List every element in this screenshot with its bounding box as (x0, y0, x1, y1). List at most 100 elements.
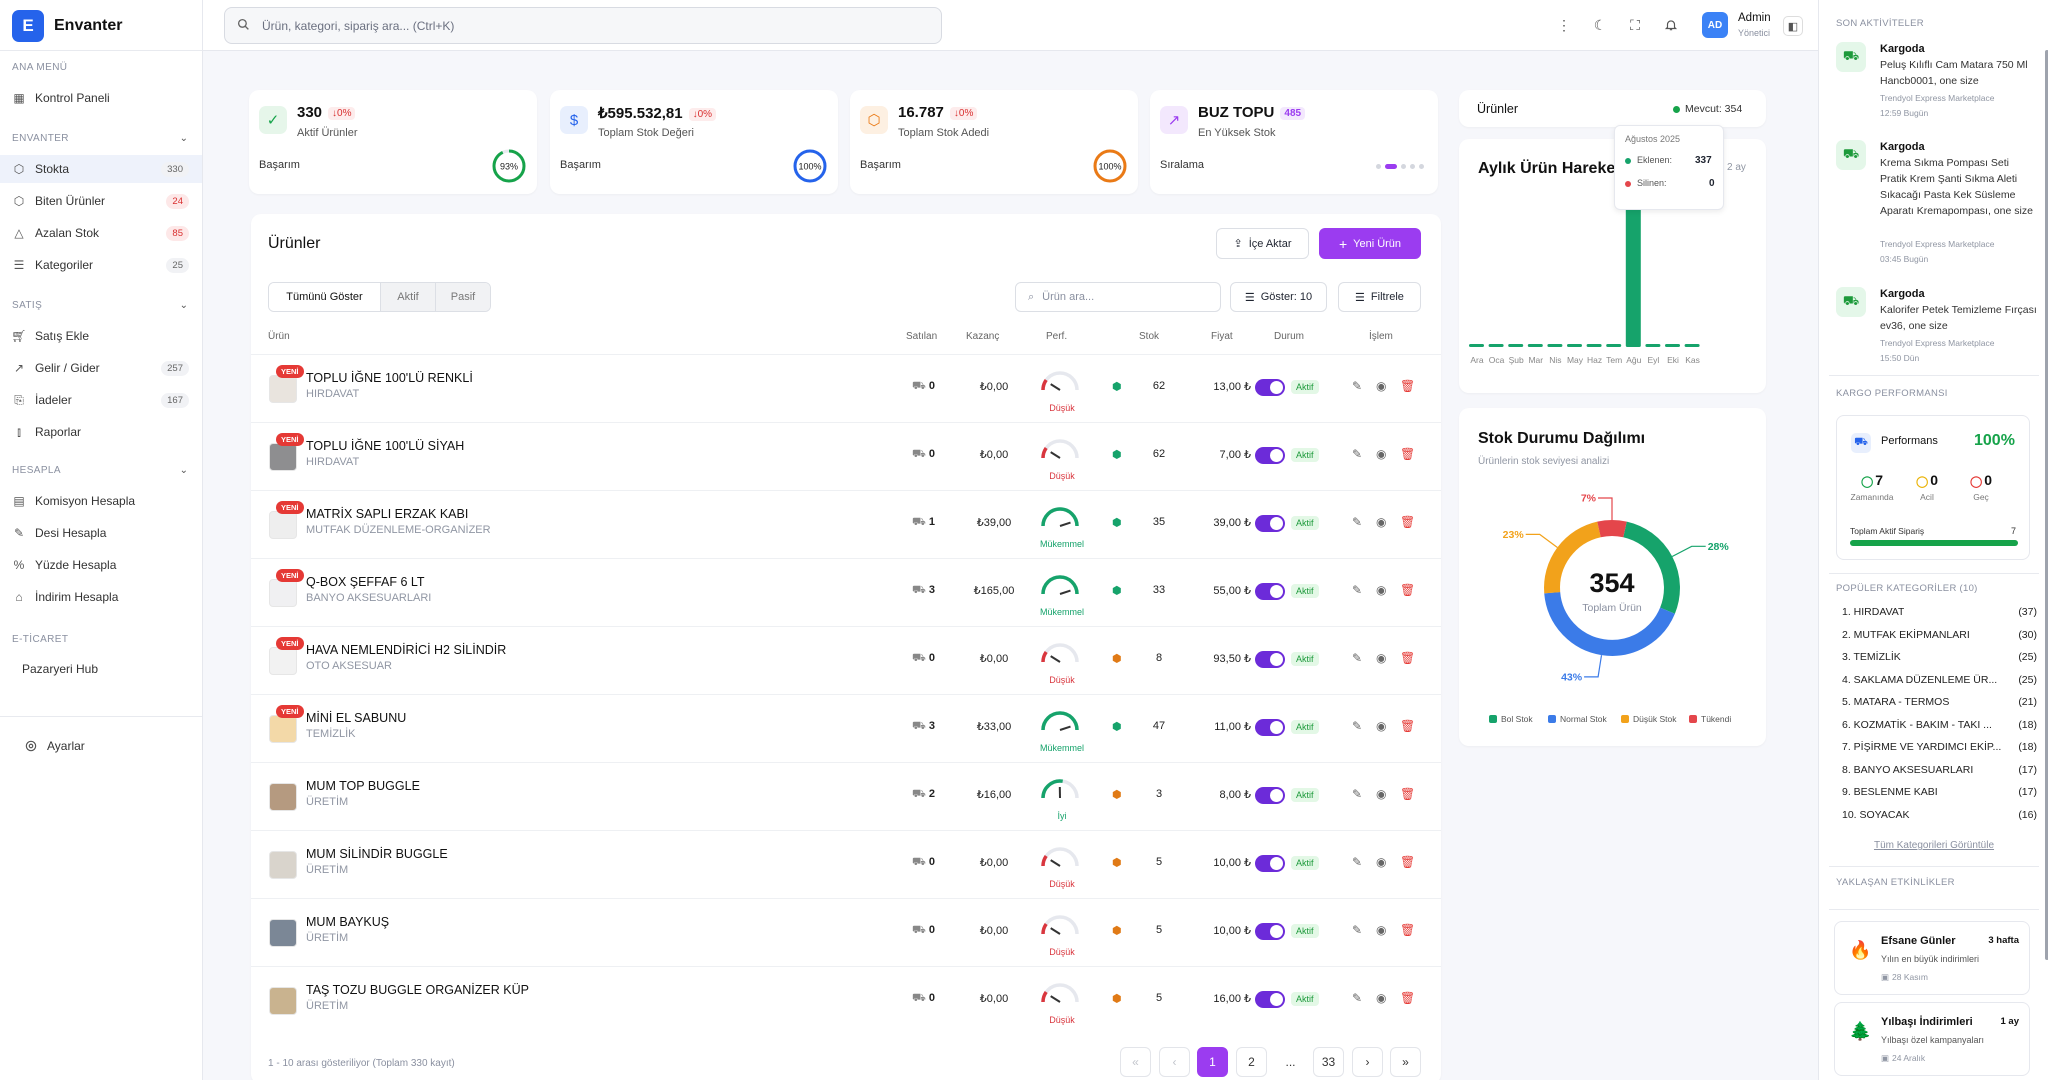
tab-active[interactable]: Aktif (380, 283, 435, 311)
eye-icon[interactable]: ◉ (1376, 855, 1386, 869)
product-name[interactable]: Q-BOX ŞEFFAF 6 LT (306, 575, 425, 589)
bar[interactable] (1625, 197, 1641, 347)
sidebar-item[interactable]: ☰ Kategoriler 25 (0, 251, 202, 279)
trash-icon[interactable]: 🗑︎ (1400, 923, 1415, 937)
bar[interactable] (1684, 344, 1700, 347)
sidebar-item[interactable]: ↗ Gelir / Gider 257 (0, 354, 202, 382)
sidebar-item[interactable]: ⎘ İadeler 167 (0, 386, 202, 414)
settings-link[interactable]: Ayarlar (0, 732, 202, 760)
category-item[interactable]: 5. MATARA - TERMOS (21) (1842, 696, 2037, 708)
event-card[interactable]: 🌲 Yılbaşı İndirimleri 1 ay Yılbaşı özel kam… (1834, 1002, 2030, 1076)
table-row[interactable]: YENİ HAVA NEMLENDİRİCİ H2 SİLİNDİR OTO AKS… (251, 626, 1441, 694)
activity-desc[interactable]: Krema Sıkma Pompası Seti Pratik Krem Şan… (1880, 155, 2038, 219)
trash-icon[interactable]: 🗑︎ (1400, 379, 1415, 393)
bar[interactable] (1488, 344, 1504, 347)
eye-icon[interactable]: ◉ (1376, 379, 1386, 393)
sidebar-item[interactable]: ⬡ Biten Ürünler 24 (0, 187, 202, 215)
trash-icon[interactable]: 🗑︎ (1400, 447, 1415, 461)
sidebar-item[interactable]: △ Azalan Stok 85 (0, 219, 202, 247)
trash-icon[interactable]: 🗑︎ (1400, 651, 1415, 665)
eye-icon[interactable]: ◉ (1376, 447, 1386, 461)
status-toggle[interactable] (1255, 855, 1285, 872)
sidebar-item[interactable]: ▦ Kontrol Paneli (0, 84, 202, 112)
event-card[interactable]: 🔥 Efsane Günler 3 hafta Yılın en büyük indi… (1834, 921, 2030, 995)
carousel-dots[interactable] (1376, 164, 1424, 169)
table-row[interactable]: MUM BAYKUŞ ÜRETİM ⛟ 0 ₺0,00 Düşük ⬢ 5 10,00 ₺ Akt… (251, 898, 1441, 966)
new-product-button[interactable]: + Yeni Ürün (1319, 228, 1421, 259)
category-item[interactable]: 9. BESLENME KABI (17) (1842, 786, 2037, 798)
product-name[interactable]: TAŞ TOZU BUGGLE ORGANİZER KÜP (306, 983, 529, 997)
sidebar-item[interactable]: Pazaryeri Hub (0, 655, 202, 683)
panel-toggle-icon[interactable]: ◧ (1783, 16, 1803, 36)
eye-icon[interactable]: ◉ (1376, 651, 1386, 665)
sidebar-item[interactable]: ⫾ Raporlar (0, 418, 202, 446)
tab-all[interactable]: Tümünü Göster (269, 283, 380, 311)
donut-slice[interactable] (1544, 591, 1675, 656)
bell-icon[interactable] (1662, 16, 1680, 34)
carousel-dot[interactable] (1376, 164, 1381, 169)
edit-icon[interactable]: ✎ (1352, 447, 1362, 461)
category-item[interactable]: 6. KOZMATİK - BAKIM - TAKI ... (18) (1842, 719, 2037, 731)
category-item[interactable]: 7. PİŞİRME VE YARDIMCI EKİP... (18) (1842, 741, 2037, 753)
page-button[interactable]: 1 (1197, 1047, 1228, 1077)
bar[interactable] (1469, 344, 1484, 347)
status-toggle[interactable] (1255, 651, 1285, 668)
edit-icon[interactable]: ✎ (1352, 515, 1362, 529)
table-row[interactable]: MUM SİLİNDİR BUGGLE ÜRETİM ⛟ 0 ₺0,00 Düşük ⬢ 5 1… (251, 830, 1441, 898)
edit-icon[interactable]: ✎ (1352, 991, 1362, 1005)
product-name[interactable]: MUM BAYKUŞ (306, 915, 389, 929)
table-row[interactable]: YENİ TOPLU İĞNE 100'LÜ RENKLİ HIRDAVAT ⛟ 0 ₺0… (251, 354, 1441, 422)
all-categories-link[interactable]: Tüm Kategorileri Görüntüle (1836, 840, 2032, 851)
category-item[interactable]: 4. SAKLAMA DÜZENLEME ÜR... (25) (1842, 674, 2037, 686)
bar[interactable] (1586, 344, 1602, 347)
global-search[interactable]: Ürün, kategori, sipariş ara... (Ctrl+K) (224, 7, 942, 44)
chevron-down-icon[interactable]: ⌄ (180, 300, 188, 311)
product-name[interactable]: MİNİ EL SABUNU (306, 711, 406, 725)
product-name[interactable]: MATRİX SAPLI ERZAK KABI (306, 507, 468, 521)
chevron-down-icon[interactable]: ⌄ (180, 465, 188, 476)
trash-icon[interactable]: 🗑︎ (1400, 991, 1415, 1005)
edit-icon[interactable]: ✎ (1352, 719, 1362, 733)
edit-icon[interactable]: ✎ (1352, 379, 1362, 393)
edit-icon[interactable]: ✎ (1352, 787, 1362, 801)
status-toggle[interactable] (1255, 719, 1285, 736)
tab-passive[interactable]: Pasif (435, 283, 490, 311)
table-row[interactable]: YENİ MATRİX SAPLI ERZAK KABI MUTFAK DÜZENL… (251, 490, 1441, 558)
sidebar-item[interactable]: ✎ Desi Hesapla (0, 519, 202, 547)
status-toggle[interactable] (1255, 379, 1285, 396)
chevron-down-icon[interactable]: ⌄ (180, 133, 188, 144)
carousel-dot[interactable] (1419, 164, 1424, 169)
eye-icon[interactable]: ◉ (1376, 515, 1386, 529)
trash-icon[interactable]: 🗑︎ (1400, 583, 1415, 597)
moon-icon[interactable]: ☾ (1591, 16, 1609, 34)
status-toggle[interactable] (1255, 991, 1285, 1008)
avatar[interactable]: AD (1702, 12, 1728, 38)
bar[interactable] (1527, 344, 1543, 347)
product-name[interactable]: TOPLU İĞNE 100'LÜ RENKLİ (306, 371, 473, 385)
trash-icon[interactable]: 🗑︎ (1400, 855, 1415, 869)
edit-icon[interactable]: ✎ (1352, 583, 1362, 597)
carousel-dot[interactable] (1410, 164, 1415, 169)
sidebar-item[interactable]: ⬡ Stokta 330 (0, 155, 202, 183)
category-item[interactable]: 3. TEMİZLİK (25) (1842, 651, 2037, 663)
category-item[interactable]: 1. HIRDAVAT (37) (1842, 606, 2037, 618)
product-name[interactable]: MUM SİLİNDİR BUGGLE (306, 847, 448, 861)
status-toggle[interactable] (1255, 923, 1285, 940)
page-button[interactable]: ... (1275, 1047, 1306, 1077)
category-item[interactable]: 10. SOYACAK (16) (1842, 809, 2037, 821)
product-name[interactable]: MUM TOP BUGGLE (306, 779, 420, 793)
activity-desc[interactable]: Kalorifer Petek Temizleme Fırçası ev36, … (1880, 302, 2038, 334)
bar[interactable] (1645, 344, 1661, 347)
page-button[interactable]: » (1390, 1047, 1421, 1077)
status-toggle[interactable] (1255, 583, 1285, 600)
edit-icon[interactable]: ✎ (1352, 855, 1362, 869)
fullscreen-icon[interactable]: ⛶ (1626, 16, 1644, 34)
filter-button[interactable]: ☰ Filtrele (1338, 282, 1421, 312)
category-item[interactable]: 8. BANYO AKSESUARLARI (17) (1842, 764, 2037, 776)
bar[interactable] (1508, 344, 1524, 347)
page-button[interactable]: 33 (1313, 1047, 1344, 1077)
trash-icon[interactable]: 🗑︎ (1400, 719, 1415, 733)
carousel-dot[interactable] (1385, 164, 1397, 169)
eye-icon[interactable]: ◉ (1376, 583, 1386, 597)
donut-slice[interactable] (1597, 520, 1627, 538)
